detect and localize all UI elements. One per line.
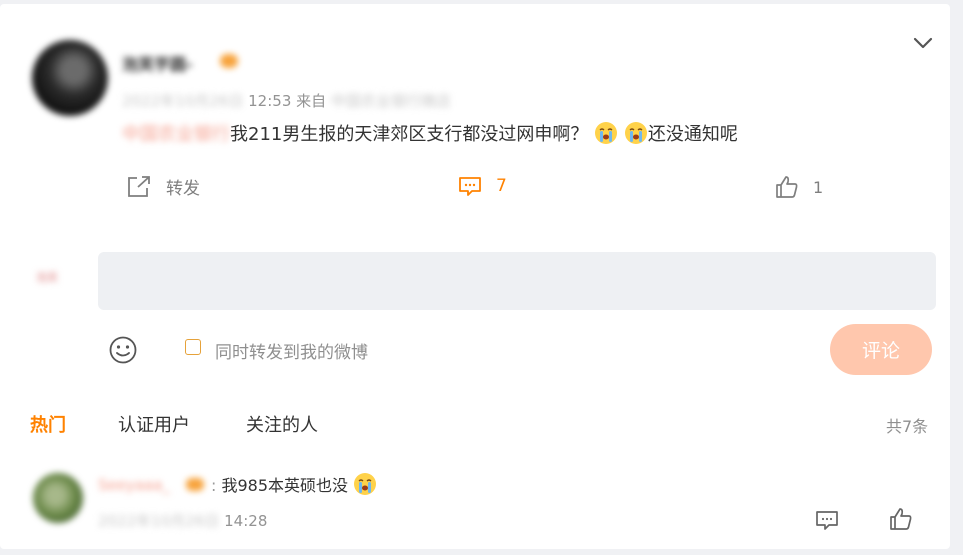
vip-badge-icon [186,478,204,491]
comment-icon [459,177,481,196]
reply-like-icon[interactable] [889,507,913,531]
repost-label: 转发 [166,179,200,199]
like-count: 1 [813,177,824,197]
tab-verified-users[interactable]: 认证用户 [118,411,190,437]
submit-comment-button[interactable]: 评论 [830,324,932,375]
reply-avatar[interactable] [33,473,83,523]
sync-repost-label[interactable]: 同时转发到我的微博 [215,338,368,363]
crying-emoji-icon [354,473,377,495]
total-count: 共7条 [886,417,929,436]
like-button[interactable]: 1 [775,175,823,199]
crying-emoji-icon [595,122,618,144]
post-meta: 2022年10月26日 12:53 来自 中国农业银行微店 [122,90,451,111]
author-name[interactable]: 泡芙芋圆- [122,51,193,75]
repost-button[interactable]: 转发 [126,174,200,199]
post-time: 12:53 [248,92,292,110]
thumbs-up-icon [776,176,798,198]
sync-repost-checkbox[interactable] [185,339,201,355]
vip-badge-icon [220,54,238,68]
reply-time: 14:28 [224,512,268,530]
post-card: 泡芙芋圆- 2022年10月26日 12:53 来自 中国农业银行微店 中国农业… [0,4,950,549]
reply-comment-icon[interactable] [815,509,839,531]
share-icon [128,175,150,197]
post-text-2: 还没通知呢 [647,124,738,145]
author-avatar[interactable] [32,40,108,116]
tab-following[interactable]: 关注的人 [246,411,318,437]
reply-text-body: 我985本英硕也没 [221,476,349,495]
reply-date: 2022年10月26日 [98,512,220,530]
comment-button[interactable]: 7 [458,175,507,197]
crying-emoji-icon [624,122,647,144]
reply-author[interactable]: Seeyaaa_ [98,476,170,494]
post-date: 2022年10月26日 [122,92,244,110]
emoji-picker-icon[interactable] [108,335,138,365]
source-prefix: 来自 [296,92,327,110]
reply-meta: 2022年10月26日 14:28 [98,510,267,531]
comment-count: 7 [496,176,507,196]
tab-hot[interactable]: 热门 [30,411,66,437]
post-content: 中国农业银行我211男生报的天津郊区支行都没过网申啊？ 还没通知呢 [122,120,738,146]
post-text-1: 我211男生报的天津郊区支行都没过网申啊？ [230,124,589,145]
mention-link[interactable]: 中国农业银行 [122,124,230,145]
my-avatar: 泡芙 [36,271,58,284]
chevron-down-icon[interactable] [912,34,934,52]
post-source[interactable]: 中国农业银行微店 [331,92,451,110]
comment-input[interactable] [98,252,936,310]
reply-text: : 我985本英硕也没 [211,472,377,496]
